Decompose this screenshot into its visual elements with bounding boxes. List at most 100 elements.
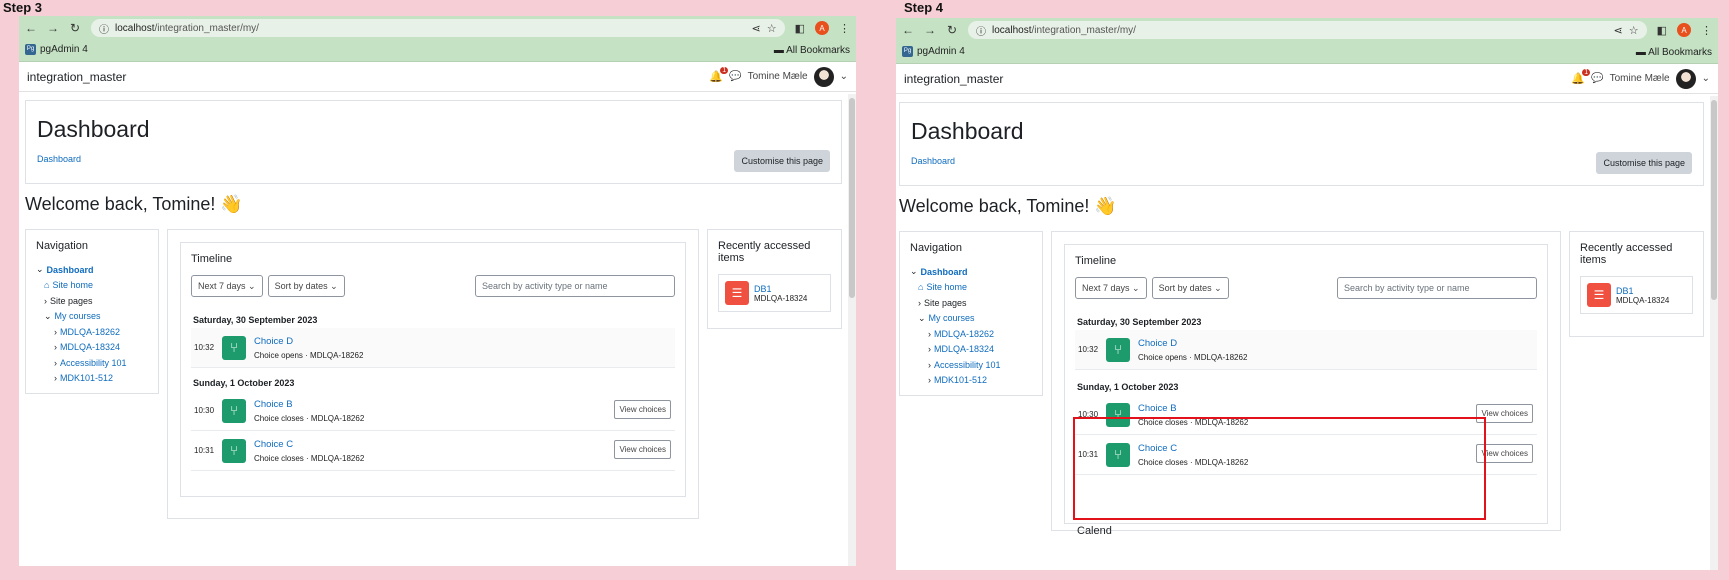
- nav-course[interactable]: › MDLQA-18324: [36, 340, 148, 356]
- side-panel-icon[interactable]: ◧: [1657, 24, 1667, 37]
- nav-course[interactable]: › MDLQA-18324: [910, 342, 1032, 358]
- user-name[interactable]: Tomine Mæle: [748, 71, 808, 82]
- navigation-title: Navigation: [910, 242, 962, 254]
- side-panel-icon[interactable]: ◧: [795, 22, 805, 35]
- nav-site-pages[interactable]: › Site pages: [36, 293, 148, 309]
- back-arrow-icon[interactable]: ←: [25, 21, 37, 35]
- event-link[interactable]: Choice B: [1138, 403, 1248, 414]
- nav-course[interactable]: › MDLQA-18262: [910, 326, 1032, 342]
- sort-dropdown[interactable]: Sort by dates ⌄: [267, 275, 345, 297]
- breadcrumb[interactable]: Dashboard: [37, 154, 81, 164]
- view-choices-button[interactable]: View choices: [614, 400, 671, 419]
- profile-avatar[interactable]: A: [1677, 23, 1691, 37]
- bookmark-pgadmin[interactable]: Pg pgAdmin 4: [902, 46, 965, 58]
- event-time: 10:32: [1078, 345, 1099, 354]
- timeline-search-input[interactable]: Search by activity type or name: [475, 275, 675, 297]
- reload-icon[interactable]: ↻: [946, 23, 958, 37]
- recent-item[interactable]: ☰ DB1 MDLQA-18324: [1580, 276, 1693, 314]
- share-icon[interactable]: ⋖: [1614, 24, 1623, 37]
- nav-dashboard[interactable]: ⌄ Dashboard: [910, 264, 1032, 280]
- all-bookmarks[interactable]: ▬ All Bookmarks: [774, 45, 850, 56]
- scrollbar-thumb[interactable]: [849, 98, 855, 298]
- nav-course[interactable]: › Accessibility 101: [36, 355, 148, 371]
- profile-avatar[interactable]: A: [815, 21, 829, 35]
- forward-arrow-icon[interactable]: →: [47, 21, 59, 35]
- messages-icon[interactable]: 💬: [729, 71, 741, 82]
- chevron-down-icon[interactable]: ⌄: [840, 71, 848, 82]
- site-name[interactable]: integration_master: [27, 70, 126, 84]
- site-info-icon[interactable]: ⓘ: [99, 21, 109, 36]
- notifications-bell-icon[interactable]: 🔔 1: [709, 67, 729, 83]
- address-bar[interactable]: ⓘ localhost/integration_master/my/ ⋖ ☆: [968, 21, 1647, 39]
- user-avatar[interactable]: [1675, 68, 1696, 89]
- chevron-down-icon: ⌄: [910, 266, 918, 277]
- messages-icon[interactable]: 💬: [1591, 73, 1603, 84]
- url-path: /integration_master/my/: [154, 22, 259, 34]
- nav-my-courses[interactable]: ⌄ My courses: [36, 309, 148, 325]
- forward-arrow-icon[interactable]: →: [924, 23, 936, 37]
- event-link[interactable]: Choice D: [1138, 338, 1247, 349]
- chevron-down-icon[interactable]: ⌄: [1702, 73, 1710, 84]
- user-name[interactable]: Tomine Mæle: [1610, 73, 1670, 84]
- nav-site-home[interactable]: ⌂ Site home: [910, 280, 1032, 296]
- all-bookmarks[interactable]: ▬ All Bookmarks: [1636, 47, 1712, 58]
- view-choices-button[interactable]: View choices: [614, 440, 671, 459]
- customise-page-button[interactable]: Customise this page: [734, 150, 830, 172]
- site-name[interactable]: integration_master: [904, 72, 1003, 86]
- back-arrow-icon[interactable]: ←: [902, 23, 914, 37]
- nav-my-courses[interactable]: ⌄ My courses: [910, 311, 1032, 327]
- nav-site-home[interactable]: ⌂ Site home: [36, 278, 148, 294]
- notifications-bell-icon[interactable]: 🔔 1: [1571, 69, 1591, 85]
- welcome-message: Welcome back, Tomine! 👋: [25, 194, 243, 214]
- nav-course[interactable]: › Accessibility 101: [910, 357, 1032, 373]
- folder-icon: ▬: [1635, 46, 1649, 58]
- event-link[interactable]: Choice C: [254, 439, 364, 450]
- sort-dropdown[interactable]: Sort by dates ⌄: [1151, 277, 1229, 299]
- page-title: Dashboard: [37, 116, 150, 142]
- timeline-event: 10:30 ⑂ Choice B Choice closes · MDLQA-18…: [191, 391, 675, 431]
- recent-item-name[interactable]: DB1: [754, 284, 807, 294]
- address-bar[interactable]: ⓘ localhost/integration_master/my/ ⋖ ☆: [91, 19, 785, 37]
- breadcrumb[interactable]: Dashboard: [911, 156, 955, 166]
- recent-items-block: Recently accessed items ☰ DB1 MDLQA-18324: [707, 229, 842, 329]
- event-details: Choice closes · MDLQA-18262: [254, 413, 365, 423]
- customise-page-button[interactable]: Customise this page: [1596, 152, 1692, 174]
- event-link[interactable]: Choice D: [254, 336, 363, 347]
- event-link[interactable]: Choice B: [254, 399, 364, 410]
- nav-course[interactable]: › MDLQA-18262: [36, 324, 148, 340]
- chevron-down-icon: ⌄: [44, 310, 52, 321]
- kebab-menu-icon[interactable]: ⋮: [839, 22, 850, 35]
- kebab-menu-icon[interactable]: ⋮: [1701, 24, 1712, 37]
- bookmark-star-icon[interactable]: ☆: [767, 22, 777, 35]
- site-info-icon[interactable]: ⓘ: [976, 23, 986, 38]
- scrollbar-thumb[interactable]: [1711, 100, 1717, 300]
- moodle-topbar: integration_master 🔔 1 💬 Tomine Mæle ⌄: [19, 62, 856, 92]
- page-header: Dashboard Dashboard Customise this page: [899, 102, 1704, 186]
- nav-site-pages[interactable]: › Site pages: [910, 295, 1032, 311]
- pgadmin-icon: Pg: [902, 46, 913, 58]
- navigation-block: Navigation ⌄ Dashboard ⌂ Site home › Site p…: [25, 229, 159, 394]
- scrollbar[interactable]: [848, 94, 856, 566]
- next-block-partial-title: Calend: [1077, 525, 1112, 537]
- home-icon: ⌂: [918, 282, 924, 293]
- bookmark-star-icon[interactable]: ☆: [1629, 24, 1639, 37]
- timeline-event: 10:32 ⑂ Choice D Choice opens · MDLQA-182…: [191, 328, 675, 368]
- event-details: Choice closes · MDLQA-18262: [254, 453, 365, 463]
- choice-icon: ⑂: [222, 398, 246, 423]
- nav-dashboard[interactable]: ⌄ Dashboard: [36, 262, 148, 278]
- event-time: 10:31: [194, 446, 215, 455]
- days-filter-dropdown[interactable]: Next 7 days ⌄: [191, 275, 263, 297]
- scrollbar[interactable]: [1710, 96, 1718, 570]
- nav-course[interactable]: › MDK101-512: [910, 373, 1032, 389]
- reload-icon[interactable]: ↻: [69, 21, 81, 35]
- recent-item-course: MDLQA-18324: [754, 293, 808, 303]
- chevron-right-icon: ›: [928, 328, 931, 339]
- recent-item-name[interactable]: DB1: [1616, 286, 1669, 296]
- timeline-search-input[interactable]: Search by activity type or name: [1337, 277, 1537, 299]
- share-icon[interactable]: ⋖: [752, 22, 761, 35]
- days-filter-dropdown[interactable]: Next 7 days ⌄: [1075, 277, 1147, 299]
- user-avatar[interactable]: [813, 66, 834, 87]
- nav-course[interactable]: › MDK101-512: [36, 371, 148, 387]
- recent-item[interactable]: ☰ DB1 MDLQA-18324: [718, 274, 831, 312]
- bookmark-pgadmin[interactable]: Pg pgAdmin 4: [25, 44, 88, 56]
